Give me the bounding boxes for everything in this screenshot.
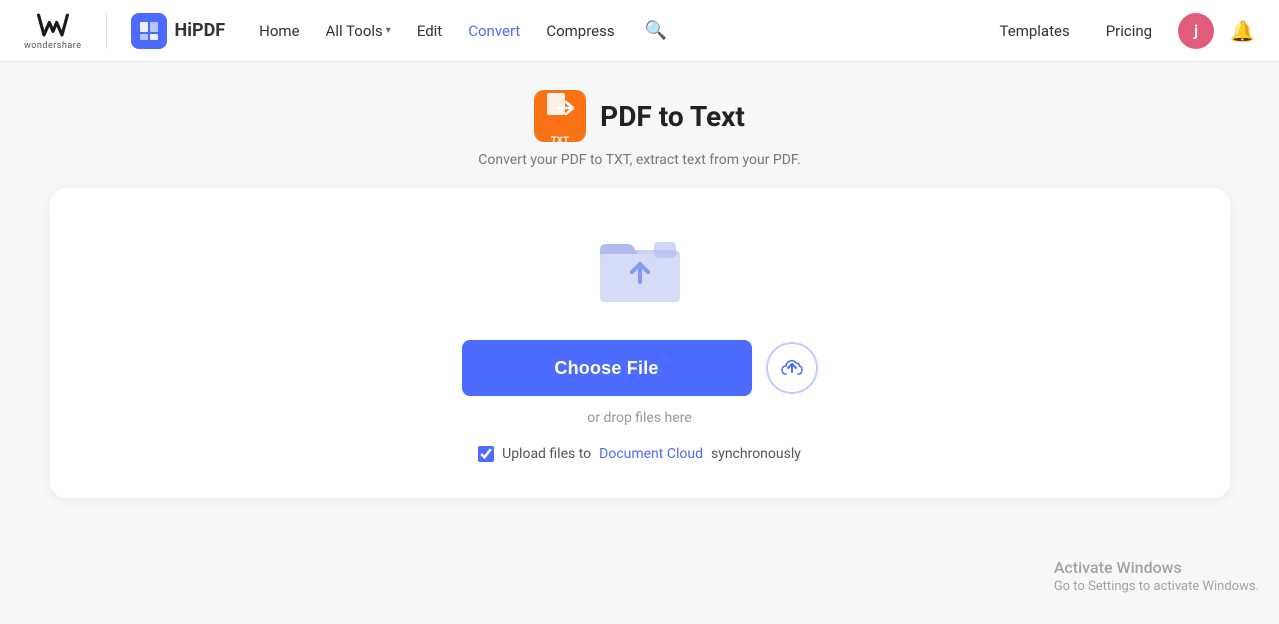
hipdf-logo[interactable]: HiPDF bbox=[131, 13, 226, 49]
icon-label: TXT bbox=[551, 136, 569, 146]
pdf-to-txt-icon: TXT bbox=[534, 90, 586, 142]
hipdf-icon bbox=[131, 13, 167, 49]
document-cloud-link[interactable]: Document Cloud bbox=[599, 446, 703, 462]
wondershare-logo[interactable]: wondershare bbox=[24, 11, 82, 51]
hipdf-svg bbox=[137, 19, 161, 43]
cloud-upload-button[interactable] bbox=[766, 342, 818, 394]
choose-file-button[interactable]: Choose File bbox=[462, 340, 752, 396]
nav-all-tools[interactable]: All Tools ▾ bbox=[316, 16, 401, 46]
header-left: wondershare HiPDF bbox=[24, 11, 225, 51]
nav-convert[interactable]: Convert bbox=[458, 16, 530, 46]
nav-edit[interactable]: Edit bbox=[407, 16, 452, 46]
drop-hint: or drop files here bbox=[587, 410, 691, 426]
hipdf-label: HiPDF bbox=[175, 20, 226, 41]
upload-sync-checkbox[interactable] bbox=[478, 446, 494, 462]
main-content: TXT PDF to Text Convert your PDF to TXT,… bbox=[0, 62, 1279, 498]
checkbox-label-after: synchronously bbox=[711, 446, 801, 462]
logo-divider bbox=[106, 13, 107, 49]
upload-card: Choose File or drop files here Upload fi… bbox=[50, 188, 1230, 498]
ws-text: wondershare bbox=[24, 41, 82, 51]
search-icon[interactable]: 🔍 bbox=[639, 14, 673, 47]
page-title-area: TXT PDF to Text Convert your PDF to TXT,… bbox=[478, 90, 801, 168]
nav-templates[interactable]: Templates bbox=[990, 16, 1080, 46]
activate-windows-title: Activate Windows bbox=[1054, 558, 1259, 577]
folder-upload-icon bbox=[590, 228, 690, 312]
user-avatar[interactable]: j bbox=[1178, 13, 1214, 49]
nav-pricing[interactable]: Pricing bbox=[1096, 16, 1162, 46]
cloud-upload-icon bbox=[781, 358, 803, 378]
activate-windows-watermark: Activate Windows Go to Settings to activ… bbox=[1054, 558, 1259, 594]
page-subtitle: Convert your PDF to TXT, extract text fr… bbox=[478, 152, 801, 168]
checkbox-label-before: Upload files to bbox=[502, 446, 591, 462]
bell-icon[interactable]: 🔔 bbox=[1230, 19, 1255, 43]
page-title: PDF to Text bbox=[600, 100, 745, 133]
title-row: TXT PDF to Text bbox=[534, 90, 745, 142]
nav-home[interactable]: Home bbox=[249, 16, 309, 46]
main-header: wondershare HiPDF Home All Tools ▾ Edit … bbox=[0, 0, 1279, 62]
buttons-row: Choose File bbox=[462, 340, 818, 396]
activate-windows-subtitle: Go to Settings to activate Windows. bbox=[1054, 579, 1259, 594]
nav-compress[interactable]: Compress bbox=[536, 16, 624, 46]
header-right: Templates Pricing j 🔔 bbox=[990, 13, 1255, 49]
ws-icon bbox=[35, 11, 71, 41]
main-nav: Home All Tools ▾ Edit Convert Compress 🔍 bbox=[249, 14, 673, 47]
all-tools-chevron-icon: ▾ bbox=[386, 25, 391, 36]
arrow-icon bbox=[546, 92, 574, 118]
checkbox-row: Upload files to Document Cloud synchrono… bbox=[478, 446, 801, 462]
